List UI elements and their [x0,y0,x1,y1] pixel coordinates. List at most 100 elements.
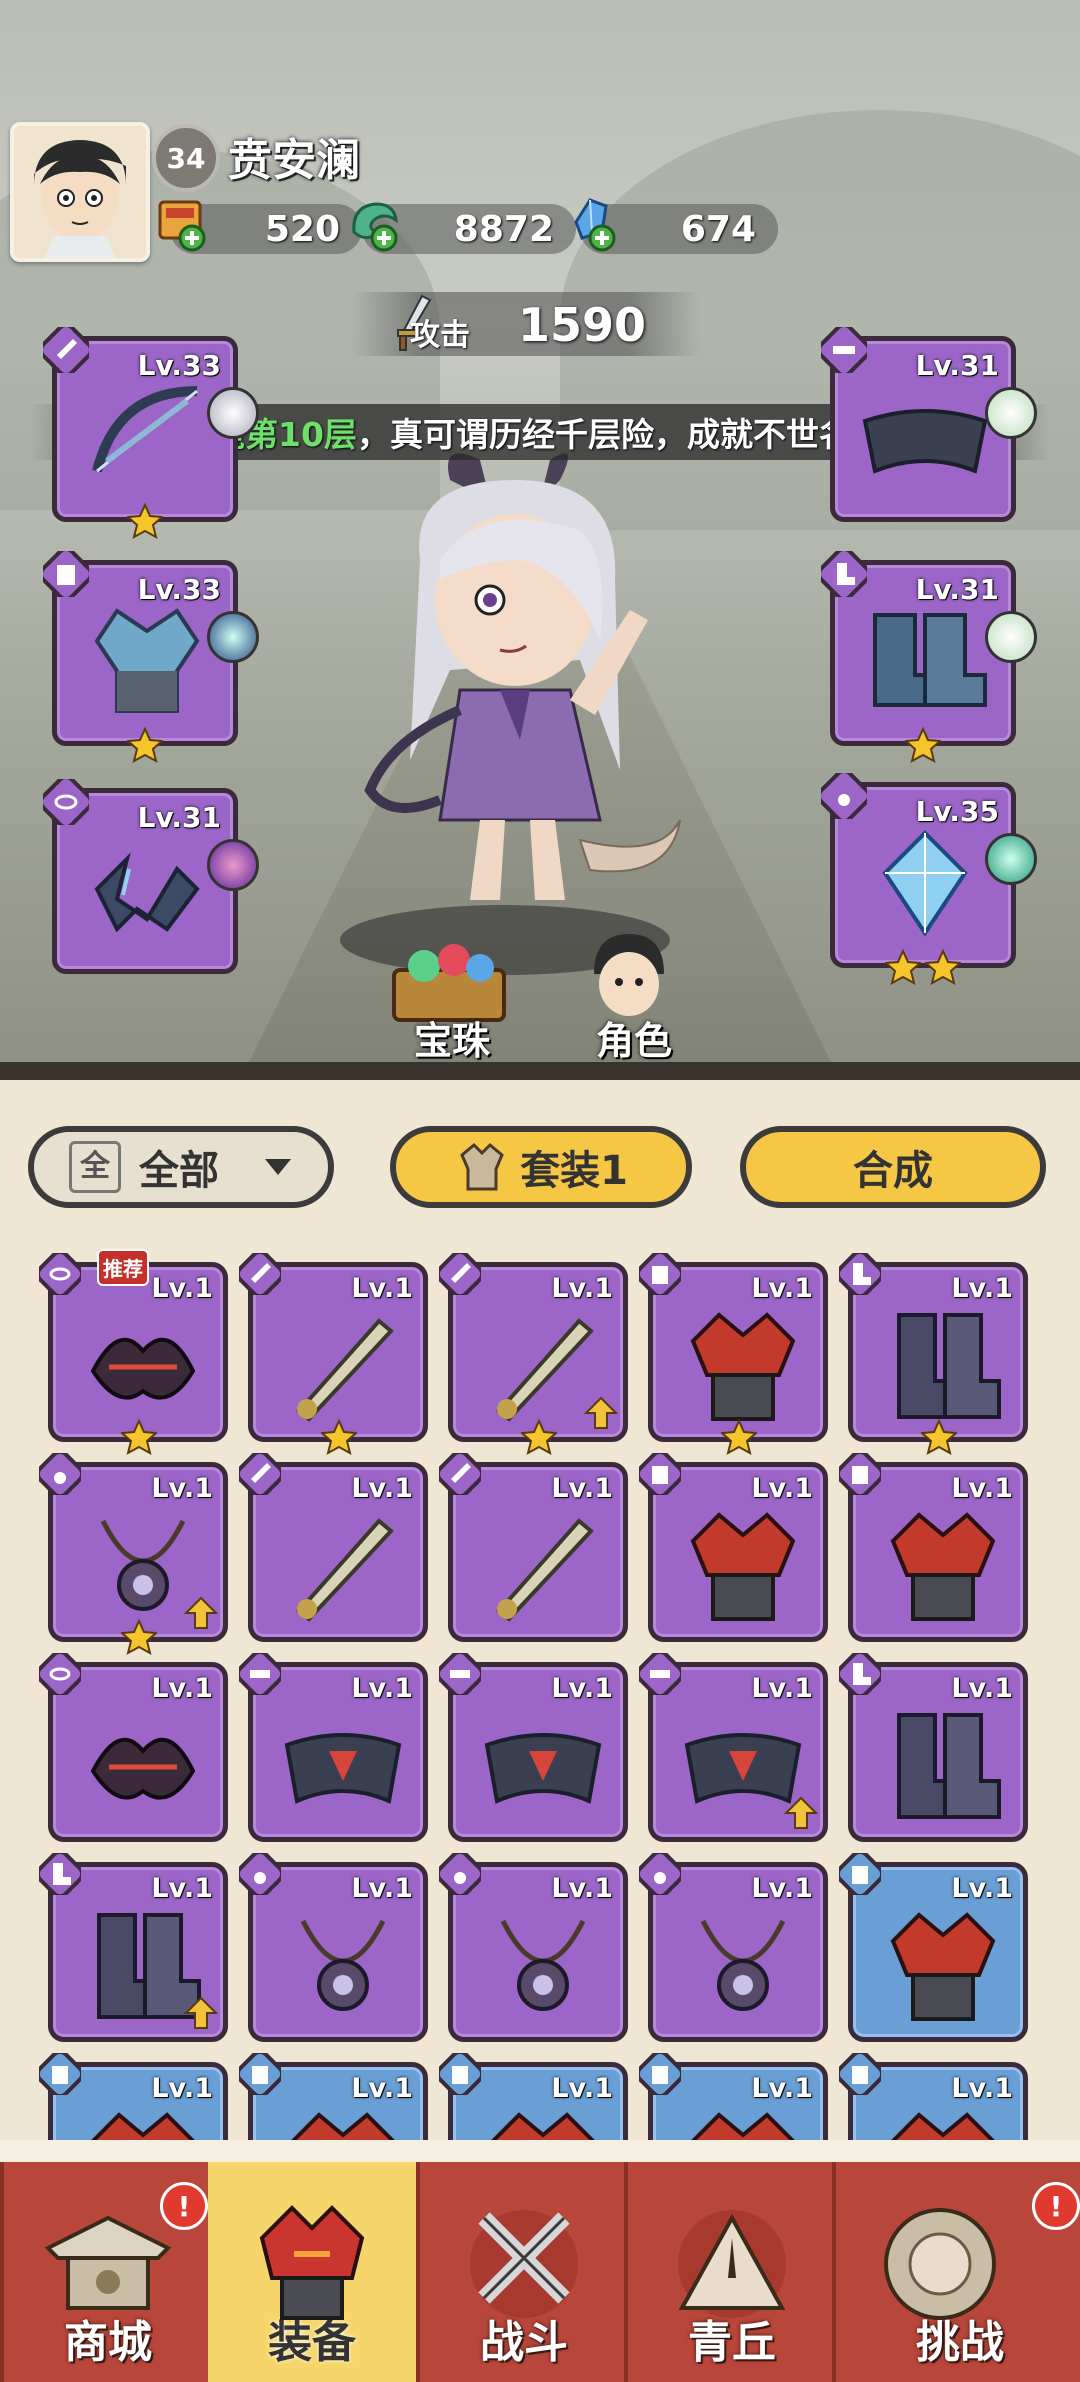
equipment-set-button[interactable]: 套装1 [390,1126,692,1208]
resource-jade[interactable]: 8872 [352,202,576,254]
inventory-item[interactable]: Lv.1 [39,1853,228,2042]
attack-value: 1590 [518,298,647,352]
inventory-item[interactable]: Lv.1 [239,1253,428,1455]
jade-dragon-icon [352,202,398,252]
boots-icon [821,551,867,597]
upgrade-arrow-icon [183,1596,219,1629]
attack-label: 攻击 [410,318,470,353]
equipped-armor-slot[interactable]: Lv.33 [43,551,259,763]
item-level: Lv.1 [151,1873,213,1904]
armor-icon [839,2053,881,2095]
star-rating [919,1418,959,1459]
item-level: Lv.1 [551,1873,613,1904]
necklace-icon [39,1453,81,1495]
helmet-icon [259,2205,365,2320]
equipped-boots-slot[interactable]: Lv.31 [821,551,1037,763]
shop-icon [44,2215,172,2310]
gem-socket [207,839,259,891]
blue-crystal-icon [574,198,616,252]
equipped-belt-slot[interactable]: Lv.31 [821,327,1037,522]
belt-art [284,1733,402,1804]
player-avatar[interactable] [10,122,150,262]
nav-tab-challenge[interactable]: 挑战 ! [832,2162,1080,2382]
star-rating [119,1618,159,1659]
armor-icon [639,1253,681,1295]
inventory-item[interactable]: Lv.1 [239,1453,428,1642]
necklace-art [500,1919,586,2011]
inventory-item[interactable]: Lv.1 [439,1453,628,1642]
star-rating [119,1418,159,1459]
inventory-item[interactable]: Lv.1 [39,1653,228,1842]
inventory-item[interactable]: Lv.1 [639,1453,828,1642]
star-rating [719,1418,759,1459]
item-level: Lv.1 [751,2073,813,2104]
hero-scene: 34 贲安澜 520 8872 674 攻击 1590 ，真可谓历经千层险，成就… [0,0,1080,1075]
inventory-item[interactable]: Lv.1 [639,1653,828,1842]
nav-tab-shop[interactable]: 商城 ! [0,2162,212,2382]
star-rating [835,949,1011,985]
inventory-item[interactable]: Lv.1 [639,1253,828,1455]
hero-character[interactable] [330,440,710,930]
filter-all-dropdown[interactable]: 全 全部 [28,1126,334,1208]
inventory-item[interactable]: Lv.1 [839,1453,1028,1642]
equipped-bracelet-slot[interactable]: Lv.31 [43,779,259,974]
item-level: Lv.1 [951,1273,1013,1304]
inventory-item[interactable]: Lv.1 [239,1853,428,2042]
inventory-item[interactable]: Lv.1 [439,1853,628,2042]
bracelet-art [90,1337,196,1400]
equipped-weapon-slot[interactable]: Lv.33 [43,327,259,539]
equipment-set-label: 套装1 [520,1148,628,1194]
upgrade-arrow-icon [783,1796,819,1829]
nav-tab-qingqiu[interactable]: 青丘 [624,2162,836,2382]
armor-icon [839,1453,881,1495]
item-level: Lv.1 [551,1673,613,1704]
scene-divider [0,1062,1080,1080]
inventory-item[interactable]: Lv.1 [839,1253,1028,1455]
necklace-art [300,1919,386,2011]
bracelet-art [94,852,200,933]
item-level: Lv.1 [551,2073,613,2104]
star-rating [57,503,233,539]
nav-tab-battle[interactable]: 战斗 [416,2162,628,2382]
inventory-item[interactable]: Lv.1 [239,1653,428,1842]
sword-icon [239,1453,281,1495]
inventory-item[interactable]: Lv.1 [439,1653,628,1842]
inventory-item[interactable]: Lv.1 推荐 [39,1249,228,1455]
alert-badge: ! [160,2182,208,2230]
resource-gold[interactable]: 520 [158,200,362,254]
bracelet-icon [39,1653,81,1695]
slot-level: Lv.31 [915,349,999,382]
inventory-item[interactable]: Lv.1 [39,1453,228,1655]
inventory-item[interactable]: Lv.1 [839,1853,1028,2042]
necklace-art [700,1919,786,2011]
item-level: Lv.1 [151,2073,213,2104]
resource-crystal[interactable]: 674 [574,198,778,254]
sword-art [296,1518,394,1622]
equipped-necklace-slot[interactable]: Lv.35 [821,773,1037,985]
item-level: Lv.1 [751,1873,813,1904]
filter-all-label: 全部 [139,1148,219,1194]
inventory-item[interactable]: Lv.1 [439,1253,628,1455]
nav-tab-equipment[interactable]: 装备 [208,2162,416,2382]
belt-art [484,1733,602,1804]
sword-icon [439,1253,481,1295]
item-level: Lv.1 [351,1473,413,1504]
armor-icon [43,551,89,597]
star-icon [905,727,941,763]
gem-socket [985,833,1037,885]
bracelet-icon [39,1253,81,1295]
frost-boots-art [873,613,987,707]
bottom-nav: 商城 ! 装备 战斗 青丘 挑战 ! [0,2140,1080,2382]
upgrade-arrow-icon [583,1396,619,1429]
inventory-item[interactable]: Lv.1 [839,1653,1028,1842]
attack-power: 攻击 1590 [350,292,700,356]
gem-socket [207,387,259,439]
role-portrait-icon[interactable] [574,924,684,1024]
craft-button[interactable]: 合成 [740,1126,1046,1208]
item-level: Lv.1 [951,1673,1013,1704]
star-icon [719,1418,759,1455]
role-link[interactable]: 角色 [596,1010,672,1065]
inventory-item[interactable]: Lv.1 [639,1853,828,2042]
gems-link[interactable]: 宝珠 [414,1010,490,1065]
item-level: Lv.1 [151,1273,213,1304]
